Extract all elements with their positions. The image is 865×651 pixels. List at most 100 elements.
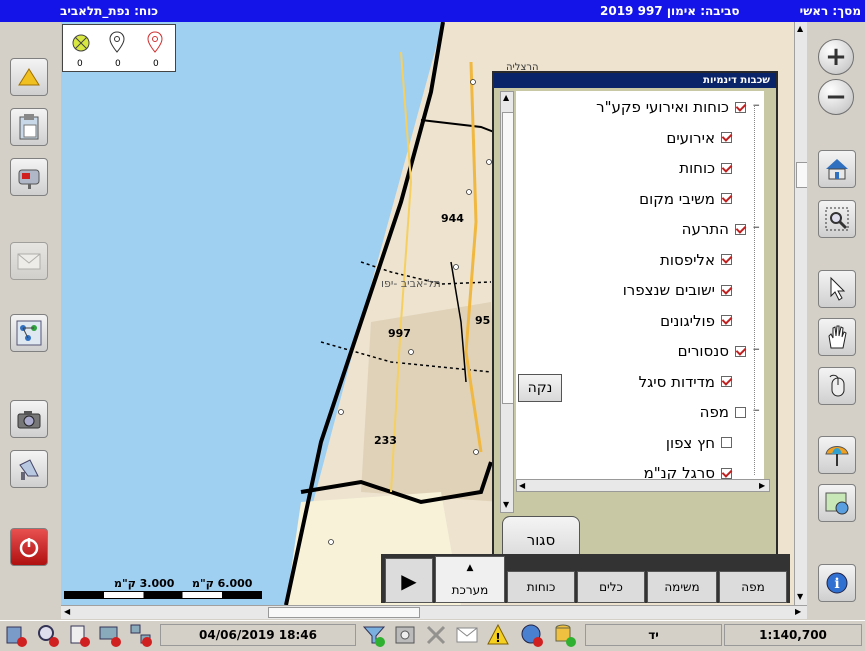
status-bar: 04/06/2019 18:46 ! יד 1:140,700: [0, 620, 865, 650]
tab-system[interactable]: ▲ מערכת: [435, 556, 505, 603]
layer-item[interactable]: אירועים: [666, 124, 732, 152]
layer-checkbox[interactable]: [735, 406, 746, 418]
clipboard-button[interactable]: [10, 108, 48, 146]
map-tools-button[interactable]: [818, 484, 856, 522]
mailbox-button[interactable]: [10, 158, 48, 196]
layer-label: מפה: [699, 403, 729, 421]
map-label-233: 233: [374, 434, 397, 447]
layer-list-scroll-thumb[interactable]: [502, 112, 514, 404]
document-error-icon[interactable]: [67, 623, 91, 647]
layer-item[interactable]: פוליגונים: [660, 307, 732, 335]
plus-icon: +: [825, 42, 847, 72]
layer-checkbox[interactable]: [735, 101, 746, 113]
disk-icon[interactable]: [393, 623, 417, 647]
layer-label: סרגל קנ"מ: [643, 464, 715, 479]
tab-map[interactable]: מפה: [719, 571, 787, 603]
zoom-area-button[interactable]: [818, 200, 856, 238]
warning-status-icon[interactable]: !: [486, 623, 510, 647]
search-error-icon[interactable]: [36, 623, 60, 647]
layers-tool-button[interactable]: [818, 436, 856, 474]
power-icon: [19, 538, 39, 558]
pan-tool-button[interactable]: [818, 318, 856, 356]
layer-item[interactable]: כוחות: [679, 154, 732, 182]
layer-item[interactable]: אליפסות: [660, 246, 732, 274]
home-view-button[interactable]: [818, 150, 856, 188]
legend-count-3: 0: [153, 59, 159, 69]
clear-button[interactable]: נקה: [518, 374, 562, 402]
network-error-icon[interactable]: [129, 623, 153, 647]
layer-item[interactable]: משיבי מקום: [639, 185, 732, 213]
play-arrow-icon: ▶: [401, 568, 417, 593]
hand-icon: [828, 325, 847, 349]
info-button[interactable]: i: [818, 564, 856, 602]
layer-tree-hscrollbar[interactable]: ◀ ▶: [516, 479, 770, 492]
layer-item[interactable]: כוחות ואירועי פקע"ר: [596, 93, 746, 121]
title-bar: מסך: ראשי סביבה: אימון 997 2019 כוח: נפת…: [0, 0, 865, 22]
network-button[interactable]: [10, 314, 48, 352]
layer-label: חץ צפון: [665, 433, 715, 452]
camera-icon: [17, 411, 41, 429]
home-icon: [826, 159, 848, 180]
layer-label: משיבי מקום: [639, 189, 715, 208]
red-pin-icon: [147, 31, 163, 53]
filter-ok-icon[interactable]: [362, 623, 386, 647]
legend-count-2: 0: [115, 59, 121, 69]
layer-checkbox[interactable]: [721, 132, 732, 143]
layer-label: אירועים: [666, 128, 715, 147]
globe-error-icon[interactable]: [520, 623, 544, 647]
layer-item[interactable]: התרעה: [682, 215, 746, 243]
layer-checkbox[interactable]: [721, 376, 732, 387]
select-tool-button[interactable]: [818, 270, 856, 308]
layer-item[interactable]: מפה: [700, 398, 746, 426]
layer-item[interactable]: חץ צפון: [666, 429, 732, 457]
layer-list-scrollbar[interactable]: ▲ ▼: [500, 91, 514, 513]
layer-checkbox[interactable]: [721, 315, 732, 326]
camera-button[interactable]: [10, 400, 48, 438]
broadcast-button[interactable]: [10, 450, 48, 488]
legend-count-1: 0: [77, 59, 83, 69]
mouse-tool-button[interactable]: [818, 367, 856, 405]
map-horizontal-scrollbar[interactable]: ◀ ▶: [61, 605, 807, 619]
scale-label-2: 6.000 ק"מ: [192, 577, 253, 590]
scale-label-1: 3.000 ק"מ: [114, 577, 175, 590]
layer-label: מדידות סיגל: [638, 372, 715, 391]
alert-button[interactable]: [10, 58, 48, 96]
layer-checkbox[interactable]: [735, 223, 746, 235]
layer-checkbox[interactable]: [735, 345, 746, 357]
computer-error-icon[interactable]: [98, 623, 122, 647]
tab-system-label: מערכת: [451, 582, 489, 597]
power-button[interactable]: [10, 528, 48, 566]
layer-checkbox[interactable]: [721, 437, 732, 448]
tab-forces[interactable]: כוחות: [507, 571, 575, 603]
layer-checkbox[interactable]: [721, 162, 732, 174]
tab-mission[interactable]: משימה: [647, 571, 717, 603]
minus-icon: −: [825, 82, 847, 112]
database-error-icon[interactable]: [4, 623, 28, 647]
layer-checkbox[interactable]: [721, 284, 732, 296]
layer-item[interactable]: ישובים שנצפרו: [623, 276, 732, 304]
mailbox-icon: [18, 169, 40, 189]
layer-item[interactable]: מדידות סיגל: [639, 368, 732, 396]
zoom-in-button[interactable]: +: [818, 39, 854, 75]
map-globe-icon: [825, 492, 849, 515]
tools-icon[interactable]: [424, 623, 448, 647]
map-vertical-scrollbar[interactable]: ▲ ▼: [794, 22, 808, 605]
layer-item[interactable]: סרגל קנ"מ: [644, 459, 732, 479]
horizontal-scroll-thumb[interactable]: [268, 607, 420, 618]
screen-title: מסך: ראשי: [799, 4, 861, 18]
mail-icon[interactable]: [455, 623, 479, 647]
message-button[interactable]: [10, 242, 48, 280]
layer-checkbox[interactable]: [721, 254, 732, 265]
layer-item[interactable]: סנסורים: [678, 337, 746, 365]
layer-tree: כוחות ואירועי פקע"ר − אירועים כוחות משיבי מק…: [516, 91, 764, 479]
clipboard-icon: [19, 114, 39, 140]
zoom-out-button[interactable]: −: [818, 79, 854, 115]
database-ok-icon[interactable]: [553, 623, 577, 647]
pointer-icon: [830, 276, 846, 301]
tabs-scroll-button[interactable]: ▶: [385, 558, 433, 603]
dialog-title: שכבות דינמיות: [494, 73, 776, 88]
layer-checkbox[interactable]: [721, 467, 732, 479]
tab-tools[interactable]: כלים: [577, 571, 645, 603]
layer-checkbox[interactable]: [721, 193, 732, 204]
crossed-circle-icon: [72, 34, 90, 52]
